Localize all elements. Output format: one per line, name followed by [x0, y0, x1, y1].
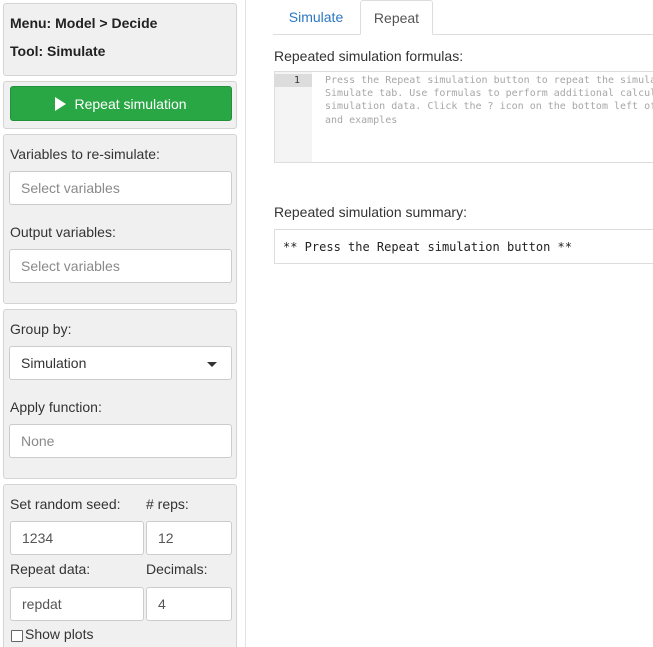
reps-value: 12	[158, 530, 174, 546]
reps-input[interactable]: 12	[146, 521, 232, 555]
decimals-value: 4	[158, 596, 166, 612]
run-panel: Repeat simulation	[3, 81, 237, 129]
apply-function-label: Apply function:	[10, 399, 102, 415]
repeat-data-label: Repeat data:	[10, 561, 91, 577]
vars-label: Variables to re-simulate:	[10, 146, 160, 162]
editor-placeholder: Press the Repeat simulation button to re…	[325, 74, 653, 127]
tab-simulate[interactable]: Simulate	[276, 0, 356, 34]
tool-name: Tool: Simulate	[10, 43, 106, 59]
menu-breadcrumb: Menu: Model > Decide	[10, 15, 158, 31]
decimals-label: Decimals:	[146, 561, 208, 577]
editor-line: Press the Repeat simulation button to re…	[325, 75, 653, 86]
settings-panel: Set random seed: # reps: 1234 12 Repeat …	[3, 484, 237, 647]
show-plots-label[interactable]: Show plots	[25, 626, 93, 642]
grouping-panel: Group by: Simulation Apply function: Non…	[3, 309, 237, 479]
formulas-heading: Repeated simulation formulas:	[274, 48, 464, 64]
group-by-label: Group by:	[10, 321, 72, 337]
decimals-input[interactable]: 4	[146, 587, 232, 621]
menu-info-panel: Menu: Model > Decide Tool: Simulate	[3, 3, 237, 76]
editor-line: Simulate tab. Use formulas to perform ad…	[325, 88, 653, 100]
seed-label: Set random seed:	[10, 496, 121, 512]
sidebar: Menu: Model > Decide Tool: Simulate Repe…	[0, 0, 247, 647]
tab-repeat[interactable]: Repeat	[360, 0, 433, 35]
line-number: 1	[275, 74, 312, 87]
repeat-simulation-button[interactable]: Repeat simulation	[10, 86, 232, 121]
editor-line: simulation data. Click the ? icon on the…	[325, 101, 653, 113]
repeat-data-value: repdat	[22, 596, 62, 612]
apply-function-select[interactable]: None	[9, 424, 232, 458]
editor-line: and examples	[325, 114, 398, 126]
repeat-simulation-label: Repeat simulation	[74, 95, 187, 112]
play-icon	[55, 96, 67, 111]
chevron-down-icon	[207, 362, 217, 367]
group-by-select[interactable]: Simulation	[9, 346, 232, 380]
summary-text: ** Press the Repeat simulation button **	[283, 239, 572, 254]
output-label: Output variables:	[10, 224, 116, 240]
vars-select[interactable]: Select variables	[9, 171, 232, 205]
reps-label: # reps:	[146, 496, 189, 512]
show-plots-checkbox[interactable]	[11, 630, 23, 642]
variables-panel: Variables to re-simulate: Select variabl…	[3, 134, 237, 304]
group-by-value: Simulation	[21, 355, 87, 371]
seed-input[interactable]: 1234	[10, 521, 144, 555]
output-select[interactable]: Select variables	[9, 249, 232, 283]
tab-bar: Simulate Repeat	[273, 0, 653, 35]
formulas-editor[interactable]: 1 Press the Repeat simulation button to …	[274, 71, 653, 163]
sidebar-divider	[245, 0, 246, 647]
seed-value: 1234	[22, 530, 54, 546]
vars-placeholder: Select variables	[21, 180, 120, 196]
repeat-data-input[interactable]: repdat	[10, 587, 144, 621]
apply-function-placeholder: None	[21, 433, 55, 449]
summary-heading: Repeated simulation summary:	[274, 204, 467, 220]
output-placeholder: Select variables	[21, 258, 120, 274]
summary-output: ** Press the Repeat simulation button **	[274, 229, 653, 264]
